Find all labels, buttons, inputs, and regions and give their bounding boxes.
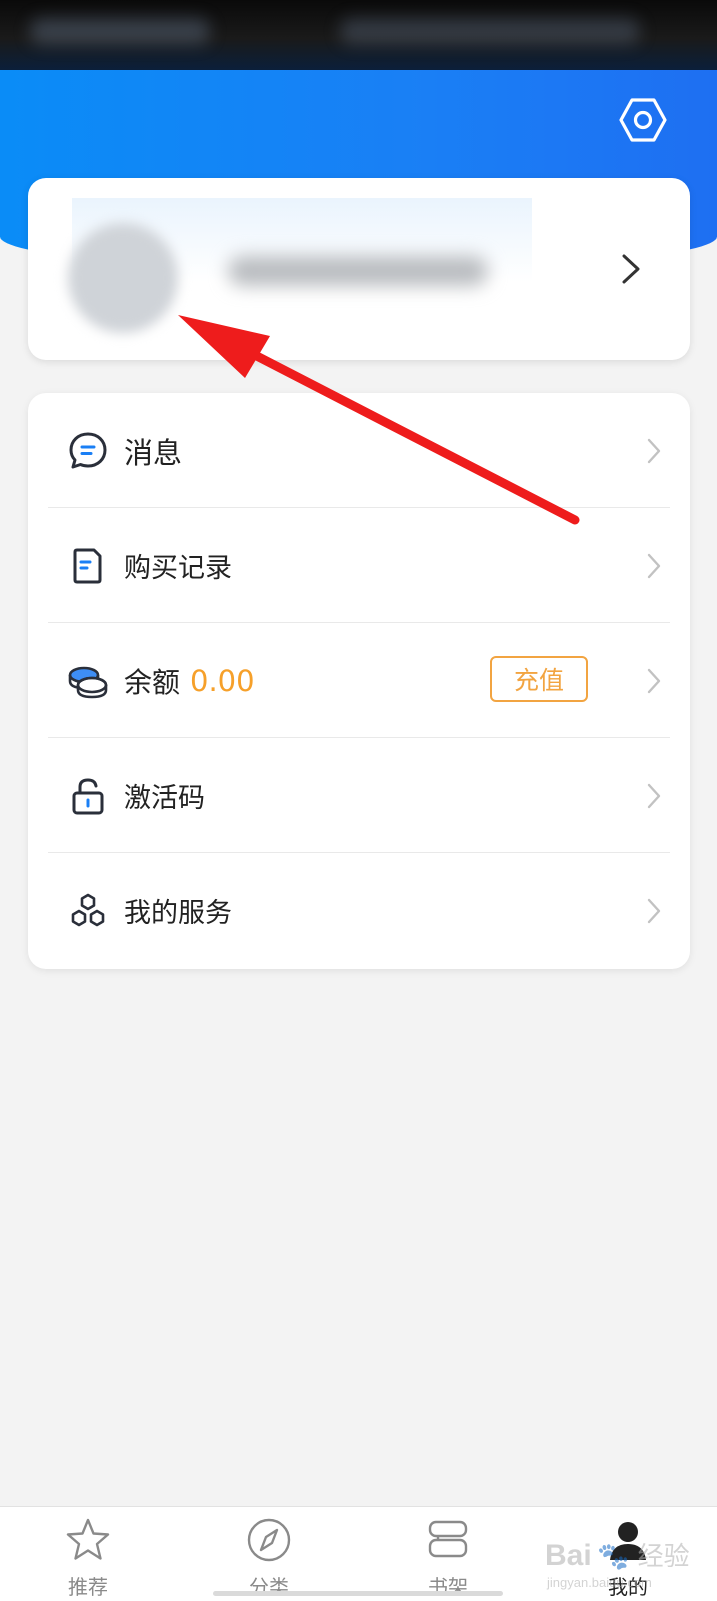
chevron-right-icon bbox=[622, 254, 640, 284]
bookshelf-icon bbox=[423, 1515, 473, 1565]
username-blurred bbox=[228, 256, 488, 286]
recharge-button[interactable]: 充值 bbox=[490, 656, 588, 702]
settings-button[interactable] bbox=[615, 92, 671, 148]
tab-recommend[interactable]: 推荐 bbox=[28, 1507, 148, 1601]
menu-card: 消息 购买记录 余额 0.00 充值 激活码 我的服务 bbox=[28, 393, 690, 969]
menu-item-label: 购买记录 bbox=[124, 553, 232, 584]
menu-item-balance[interactable]: 余额 0.00 充值 bbox=[48, 623, 670, 738]
chevron-right-icon bbox=[647, 783, 661, 809]
menu-item-label: 激活码 bbox=[124, 783, 205, 814]
tab-mine[interactable]: 我的 bbox=[568, 1507, 688, 1601]
star-icon bbox=[63, 1515, 113, 1565]
settings-hexagon-icon bbox=[619, 98, 667, 142]
user-icon bbox=[603, 1515, 653, 1565]
menu-item-label: 消息 bbox=[124, 435, 183, 470]
status-bar-blur-right bbox=[340, 18, 640, 44]
compass-icon bbox=[244, 1515, 294, 1565]
unlock-icon bbox=[66, 774, 110, 818]
avatar bbox=[68, 223, 178, 333]
tab-category[interactable]: 分类 bbox=[209, 1507, 329, 1601]
menu-item-purchase-records[interactable]: 购买记录 bbox=[48, 508, 670, 623]
chevron-right-icon bbox=[647, 668, 661, 694]
home-indicator bbox=[213, 1591, 503, 1596]
status-bar-blur-left bbox=[30, 18, 210, 44]
profile-card[interactable] bbox=[28, 178, 690, 360]
chevron-right-icon bbox=[647, 553, 661, 579]
chevron-right-icon bbox=[647, 438, 661, 464]
menu-item-my-services[interactable]: 我的服务 bbox=[48, 853, 670, 968]
tab-label: 推荐 bbox=[68, 1575, 108, 1599]
tab-label: 我的 bbox=[608, 1575, 648, 1599]
coins-icon bbox=[66, 659, 110, 703]
chevron-right-icon bbox=[647, 898, 661, 924]
menu-item-activation-code[interactable]: 激活码 bbox=[48, 738, 670, 853]
menu-item-messages[interactable]: 消息 bbox=[48, 393, 670, 508]
message-icon bbox=[66, 429, 110, 473]
menu-item-label: 余额 bbox=[124, 665, 181, 699]
services-icon bbox=[66, 889, 110, 933]
tab-bookshelf[interactable]: 书架 bbox=[388, 1507, 508, 1601]
menu-item-label: 我的服务 bbox=[124, 898, 232, 929]
purchase-record-icon bbox=[66, 544, 110, 588]
balance-value: 0.00 bbox=[190, 663, 255, 698]
bottom-nav: 推荐 分类 书架 我的 bbox=[0, 1506, 717, 1601]
status-bar bbox=[0, 0, 717, 70]
